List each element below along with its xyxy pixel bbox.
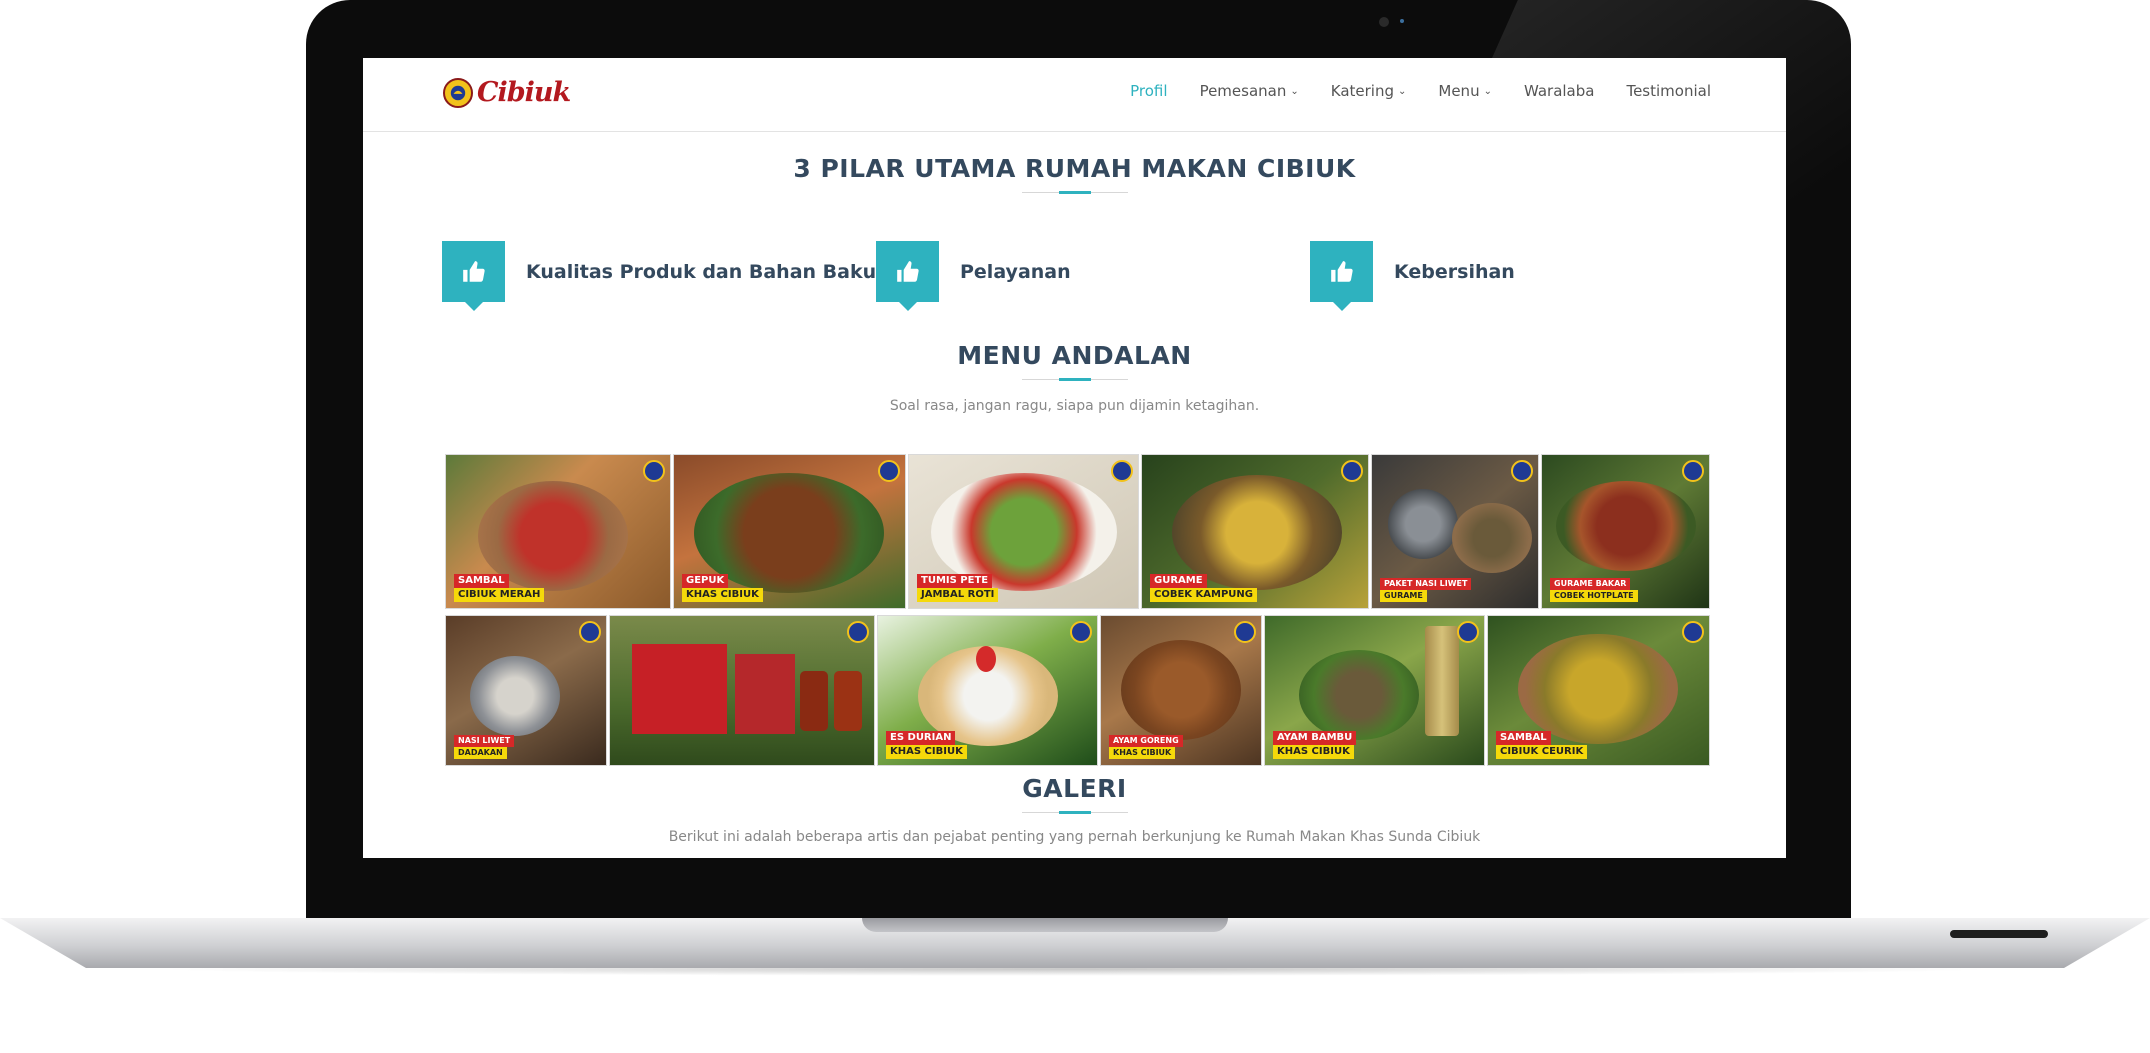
menu-tile-es-durian[interactable]: ES DURIAN KHAS CIBIUK: [877, 615, 1098, 766]
brand-badge-icon: [1682, 460, 1704, 482]
menu-tile-sambal-ceurik[interactable]: SAMBAL CIBIUK CEURIK: [1487, 615, 1710, 766]
pillar-item-cleanliness: Kebersihan: [1310, 241, 1515, 311]
caption-top: GEPUK: [682, 574, 729, 588]
caption-bottom: JAMBAL ROTI: [917, 588, 999, 602]
nav-label: Katering: [1330, 82, 1394, 100]
caption-bottom: DADAKAN: [454, 747, 507, 759]
brand-badge-icon: [643, 460, 665, 482]
caption-top: AYAM GORENG: [1109, 735, 1183, 747]
menu-tile-gepuk[interactable]: GEPUK KHAS CIBIUK: [673, 454, 906, 609]
title-underline: [1022, 378, 1128, 381]
chevron-down-icon: ⌄: [1290, 85, 1299, 97]
site-logo[interactable]: Cibiuk: [443, 77, 571, 108]
navbar: Cibiuk Profil Pemesanan ⌄ Katering ⌄ Men…: [363, 58, 1786, 132]
brand-badge-icon: [1234, 621, 1256, 643]
caption-bottom: GURAME: [1380, 590, 1427, 602]
caption-top: ES DURIAN: [886, 731, 956, 745]
brand-badge-icon: [1682, 621, 1704, 643]
laptop-foot: [1950, 930, 2048, 938]
caption-top: GURAME: [1150, 574, 1207, 588]
menu-caption: ES DURIAN KHAS CIBIUK: [886, 731, 967, 759]
logo-text: Cibiuk: [477, 77, 571, 108]
thumbs-up-icon: [876, 241, 939, 311]
galeri-title: GALERI: [1022, 774, 1127, 803]
caption-top: SAMBAL: [1496, 731, 1551, 745]
chevron-down-icon: ⌄: [1483, 85, 1492, 97]
nav-link-testimonial[interactable]: Testimonial: [1626, 82, 1711, 100]
menu-tile-gurame-cobek[interactable]: GURAME COBEK KAMPUNG: [1141, 454, 1369, 609]
brand-badge-icon: [1070, 621, 1092, 643]
menu-caption: PAKET NASI LIWET GURAME: [1380, 578, 1472, 602]
brand-badge-icon: [1341, 460, 1363, 482]
nav-label: Testimonial: [1626, 82, 1711, 100]
menu-caption: SAMBAL CIBIUK MERAH: [454, 574, 545, 602]
webcam-icon: [1379, 17, 1389, 27]
laptop-notch: [862, 918, 1228, 932]
caption-bottom: KHAS CIBIUK: [1273, 745, 1354, 759]
nav-label: Menu: [1438, 82, 1480, 100]
nav-link-profil[interactable]: Profil: [1130, 82, 1167, 100]
menu-caption: AYAM BAMBU KHAS CIBIUK: [1273, 731, 1357, 759]
website-screen: Cibiuk Profil Pemesanan ⌄ Katering ⌄ Men…: [363, 58, 1786, 858]
nav-link-waralaba[interactable]: Waralaba: [1524, 82, 1595, 100]
caption-bottom: KHAS CIBIUK: [886, 745, 967, 759]
caption-bottom: COBEK HOTPLATE: [1550, 590, 1638, 602]
caption-bottom: CIBIUK MERAH: [454, 588, 545, 602]
brand-badge-icon: [1111, 460, 1133, 482]
menu-caption: GEPUK KHAS CIBIUK: [682, 574, 763, 602]
title-underline: [1022, 811, 1128, 814]
chevron-down-icon: ⌄: [1398, 85, 1407, 97]
menu-title: MENU ANDALAN: [957, 341, 1192, 370]
menu-tile-ayam-goreng[interactable]: AYAM GORENG KHAS CIBIUK: [1100, 615, 1262, 766]
nav-link-katering[interactable]: Katering ⌄: [1331, 82, 1407, 100]
menu-tile-sambal-merah[interactable]: SAMBAL CIBIUK MERAH: [445, 454, 671, 609]
webcam-led: [1400, 19, 1404, 23]
brand-badge-icon: [878, 460, 900, 482]
nav-label: Waralaba: [1523, 82, 1595, 100]
nav-label: Profil: [1130, 82, 1168, 100]
brand-badge-icon: [847, 621, 869, 643]
menu-tile-gurame-bakar[interactable]: GURAME BAKAR COBEK HOTPLATE: [1541, 454, 1710, 609]
title-underline: [1022, 191, 1128, 194]
caption-bottom: CIBIUK CEURIK: [1496, 745, 1588, 759]
brand-badge-icon: [1457, 621, 1479, 643]
nav-label: Pemesanan: [1199, 82, 1287, 100]
pillar-item-quality: Kualitas Produk dan Bahan Baku: [442, 241, 877, 311]
menu-caption: NASI LIWET DADAKAN: [454, 735, 515, 759]
pillar-label: Kualitas Produk dan Bahan Baku: [526, 260, 877, 283]
menu-caption: AYAM GORENG KHAS CIBIUK: [1109, 735, 1183, 759]
menu-tile-tumis-pete[interactable]: TUMIS PETE JAMBAL ROTI: [908, 454, 1139, 609]
brand-badge-icon: [579, 621, 601, 643]
menu-tile-products[interactable]: [609, 615, 875, 766]
logo-emblem-icon: [443, 77, 473, 108]
caption-top: NASI LIWET: [454, 735, 515, 747]
nav-link-pemesanan[interactable]: Pemesanan ⌄: [1200, 82, 1299, 100]
nav-link-menu[interactable]: Menu ⌄: [1438, 82, 1492, 100]
menu-subtitle: Soal rasa, jangan ragu, siapa pun dijami…: [889, 398, 1260, 414]
caption-bottom: COBEK KAMPUNG: [1150, 588, 1257, 602]
caption-top: SAMBAL: [454, 574, 509, 588]
menu-tile-ayam-bambu[interactable]: AYAM BAMBU KHAS CIBIUK: [1264, 615, 1485, 766]
thumbs-up-icon: [442, 241, 505, 311]
menu-caption: SAMBAL CIBIUK CEURIK: [1496, 731, 1588, 759]
menu-caption: TUMIS PETE JAMBAL ROTI: [917, 574, 999, 602]
galeri-subtitle: Berikut ini adalah beberapa artis dan pe…: [668, 829, 1481, 845]
pillar-label: Kebersihan: [1394, 260, 1515, 283]
pillar-item-service: Pelayanan: [876, 241, 1071, 311]
caption-top: TUMIS PETE: [917, 574, 993, 588]
menu-tile-paket-liwet[interactable]: PAKET NASI LIWET GURAME: [1371, 454, 1539, 609]
menu-tile-nasi-liwet[interactable]: NASI LIWET DADAKAN: [445, 615, 607, 766]
pillars-title: 3 PILAR UTAMA RUMAH MAKAN CIBIUK: [793, 154, 1356, 183]
thumbs-up-icon: [1310, 241, 1373, 311]
caption-top: GURAME BAKAR: [1550, 578, 1631, 590]
caption-top: AYAM BAMBU: [1273, 731, 1357, 745]
menu-caption: GURAME COBEK KAMPUNG: [1150, 574, 1257, 602]
menu-caption: GURAME BAKAR COBEK HOTPLATE: [1550, 578, 1638, 602]
nav-links: Profil Pemesanan ⌄ Katering ⌄ Menu ⌄ War…: [1130, 82, 1711, 100]
caption-top: PAKET NASI LIWET: [1380, 578, 1472, 590]
caption-bottom: KHAS CIBIUK: [1109, 747, 1176, 759]
brand-badge-icon: [1511, 460, 1533, 482]
pillar-label: Pelayanan: [960, 260, 1071, 283]
caption-bottom: KHAS CIBIUK: [682, 588, 763, 602]
